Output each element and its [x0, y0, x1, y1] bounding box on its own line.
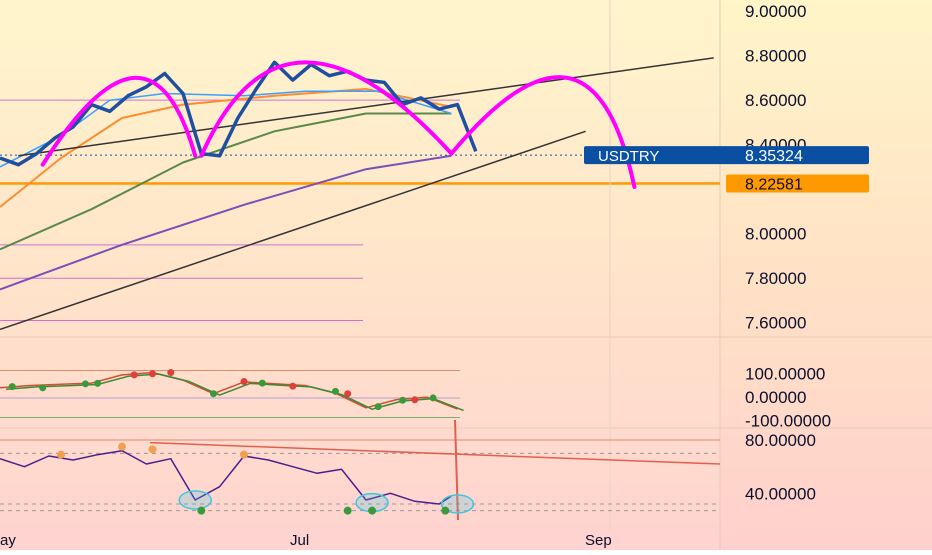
level-price: 8.22581: [745, 176, 803, 193]
price-axis-label: 7.60000: [745, 314, 806, 333]
rsi-marker: [57, 450, 65, 459]
rsi-axis-label: 40.00000: [745, 484, 816, 503]
oscillator-axis-label: 0.00000: [745, 388, 806, 407]
oscillator-marker: [240, 377, 248, 385]
oscillator-marker: [332, 387, 339, 395]
rsi-marker: [240, 450, 248, 459]
price-axis-label: 8.60000: [745, 91, 806, 110]
oscillator-marker: [130, 371, 138, 379]
rsi-axis-label: 80.00000: [745, 431, 816, 450]
oscillator-marker: [149, 370, 156, 378]
price-axis-label: 9.00000: [745, 2, 806, 21]
oscillator-marker: [258, 379, 266, 387]
price-axis-label: 8.00000: [745, 225, 806, 244]
oscillator-marker: [81, 380, 89, 388]
rsi-marker: [148, 445, 157, 454]
time-axis-label: ay: [0, 532, 16, 549]
price-axis-label: 7.80000: [745, 269, 806, 288]
oscillator-marker: [411, 396, 419, 404]
oscillator-marker: [210, 390, 217, 398]
rsi-marker: [368, 506, 377, 515]
rsi-marker: [343, 506, 352, 515]
oscillator-marker: [344, 390, 352, 398]
time-axis-label: Jul: [290, 532, 309, 549]
oscillator-marker: [167, 369, 175, 377]
oscillator-marker: [39, 384, 47, 392]
rsi-marker: [441, 506, 450, 515]
highlight-circle: [178, 490, 212, 510]
usdtry-chart: 9.00000 8.80000 8.60000 8.40000 8.00000 7.800…: [0, 0, 932, 550]
oscillator-marker: [8, 383, 16, 391]
oscillator-marker: [289, 382, 297, 390]
oscillator-marker: [94, 379, 102, 387]
rsi-marker: [197, 506, 206, 515]
price-axis-label: 8.80000: [745, 47, 806, 66]
symbol-name: USDTRY: [598, 148, 659, 165]
oscillator-marker: [429, 394, 437, 402]
oscillator-marker: [399, 396, 407, 404]
rsi-marker: [118, 442, 126, 451]
time-axis-label: Sep: [585, 532, 612, 549]
oscillator-marker: [374, 403, 382, 411]
oscillator-axis-label: -100.00000: [745, 412, 831, 431]
oscillator-axis-label: 100.00000: [745, 365, 825, 384]
plot-area: [0, 0, 720, 550]
chart-canvas: 9.000008.800008.600008.400008.000007.800…: [0, 0, 932, 550]
symbol-price: 8.35324: [745, 148, 803, 165]
